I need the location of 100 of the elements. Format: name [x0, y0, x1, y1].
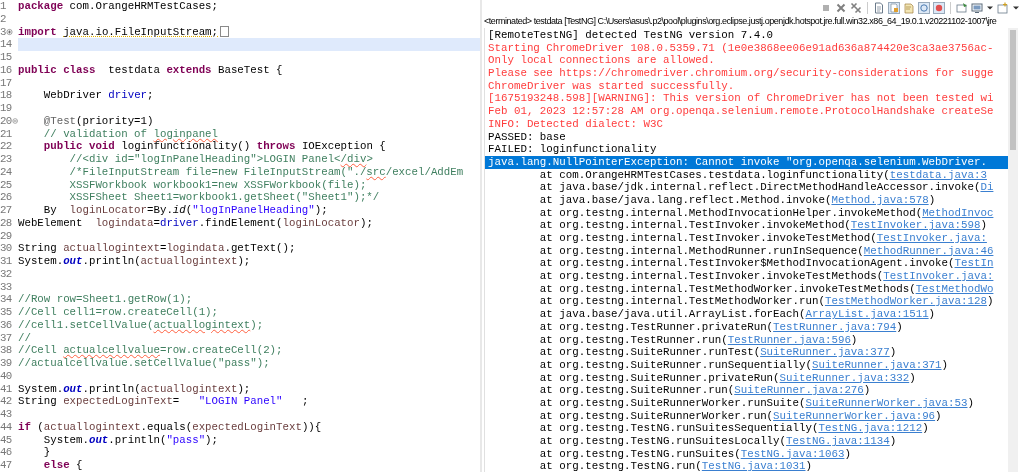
document-icon[interactable] [873, 1, 885, 14]
source-link[interactable]: MethodInvoc [922, 206, 994, 219]
console-line: at java.base/java.util.ArrayList.forEach(ArrayList.java:1511) [538, 308, 937, 321]
line-number: 27 [0, 204, 12, 217]
source-link[interactable]: SuiteRunner.java:371 [812, 358, 942, 371]
line-number: 43 [0, 408, 12, 421]
source-link[interactable]: TestRunner.java:794 [773, 320, 897, 333]
word-wrap-icon[interactable] [903, 1, 915, 14]
console-line: at org.testng.internal.TestInvoker$MethodInvocationAgent.invoke(TestIn [538, 257, 995, 271]
scrollbar[interactable] [1008, 28, 1018, 472]
code-editor[interactable] [0, 0, 480, 472]
line-number: 38 [0, 344, 12, 357]
console-line: at org.testng.SuiteRunner.runTest(SuiteRunner.java:377) [538, 346, 898, 359]
line-number: 34 [0, 293, 12, 306]
code-line: public class testdata extends BaseTest { [18, 63, 284, 77]
source-link[interactable]: TestNG.java:1031 [701, 460, 806, 472]
code-line: //cell1.setCellValue(actuallogintext); [18, 318, 265, 332]
console-line: at org.testng.internal.TestMethodWorker.run(TestMethodWorker.java:128) [538, 295, 995, 309]
line-number: 19 [0, 102, 12, 115]
remove-icon[interactable] [835, 1, 847, 14]
code-line: /*FileInputStream file=new FileInputStream("./src/excel/AddEm [68, 165, 465, 179]
folded-code-icon[interactable] [220, 26, 229, 38]
expand-fold-icon[interactable] [5, 27, 13, 36]
console-line: Feb 01, 2023 12:57:28 AM org.openqa.selenium.remote.ProtocolHandshake createSe [487, 105, 995, 118]
source-link[interactable]: SuiteRunner.java:377 [760, 346, 890, 359]
console-output-icon[interactable] [918, 1, 930, 14]
pin-icon[interactable] [956, 1, 968, 14]
code-line: System.out.println("pass"); [42, 433, 219, 447]
console-line: at org.testng.internal.TestInvoker.invokeMethod(TestInvoker.java:598) [538, 219, 988, 232]
console-line: FAILED: loginfunctionality [487, 143, 658, 156]
code-line: XSSFWorkbook workbook1=new XSSFWorkbook(file); [68, 178, 368, 192]
code-line: String expectedLoginText= "LOGIN Panel" ; [18, 395, 310, 408]
line-number: 18 [0, 89, 12, 102]
console-line: at org.testng.internal.TestInvoker.invokeTestMethods(TestInvoker.java: [538, 270, 995, 283]
source-link[interactable]: TestInvoker.java:598 [850, 219, 981, 232]
line-number: 31 [0, 255, 12, 268]
source-link[interactable]: MethodRunner.java:46 [863, 244, 994, 257]
source-link[interactable]: TestInvoker.java: [883, 270, 994, 283]
line-number: 20 [0, 114, 12, 128]
line-number: 26 [0, 191, 12, 204]
source-link[interactable]: TestNG.java:1134 [786, 435, 890, 447]
line-number: 29 [0, 229, 12, 243]
console-line: at org.testng.TestNG.runSuitesLocally(TestNG.java:1134) [538, 435, 898, 448]
line-number: 32 [0, 267, 12, 281]
code-line: // [18, 331, 32, 345]
code-line: @Test(priority=1) [42, 114, 155, 128]
console-error-icon[interactable] [933, 1, 945, 14]
source-link[interactable]: TestInvoker.java: [876, 232, 987, 244]
source-link[interactable]: TestRunner.java:596 [727, 333, 851, 346]
line-number: 22 [0, 140, 12, 153]
source-link[interactable]: SuiteRunnerWorker.java:53 [805, 396, 968, 409]
console-line: Only local connections are allowed. [487, 54, 716, 68]
source-link[interactable]: testdata.java:3 [889, 168, 987, 181]
source-link[interactable]: TestIn [954, 257, 994, 270]
line-number: 23 [0, 153, 12, 166]
console-line: at org.testng.TestNG.runSuites(TestNG.java:1063) [538, 447, 852, 461]
line-number: 35 [0, 306, 12, 319]
source-link[interactable]: SuiteRunner.java:276 [734, 384, 864, 397]
console-line: at java.base/jdk.internal.reflect.DirectMethodHandleAccessor.invoke(Di [538, 181, 995, 194]
source-link[interactable]: SuiteRunnerWorker.java:96 [773, 409, 936, 422]
code-line: //actualcellvalue.setCellValue("pass"); [18, 357, 271, 370]
console-line: PASSED: base [487, 130, 567, 144]
console-line: at org.testng.TestNG.runSuitesSequentially(TestNG.java:1212) [538, 422, 930, 435]
console-line: Starting ChromeDriver 108.0.5359.71 (1e0e3868ee06e91ad636a874420e3ca3ae3756ac- [487, 41, 995, 55]
line-number: 28 [0, 216, 12, 230]
code-line: XSSFSheet Sheet1=workbook1.getSheet("Sheet1");*/ [68, 191, 381, 204]
line-number: 1 [0, 0, 6, 13]
line-number: 3 [0, 25, 6, 39]
line-number: 44 [0, 420, 12, 434]
source-link[interactable]: TestMethodWorker.java:128 [824, 295, 987, 308]
source-link[interactable]: SuiteRunner.java:332 [779, 371, 910, 384]
source-link[interactable]: TestMethodWo [915, 282, 994, 295]
source-link[interactable]: Method.java:578 [831, 193, 929, 206]
monitor-icon[interactable] [971, 1, 983, 14]
line-number: 2 [0, 12, 6, 26]
console-line: at org.testng.TestRunner.privateRun(TestRunner.java:794) [538, 320, 904, 334]
console-line: at org.testng.internal.TestInvoker.invokeTestMethod(TestInvoker.java: [538, 232, 988, 245]
line-number: 30 [0, 242, 12, 255]
source-link[interactable]: TestNG.java:1212 [818, 422, 923, 435]
code-line: //Row row=Sheet1.getRow(1); [18, 293, 194, 306]
source-link[interactable]: Di [980, 181, 994, 194]
lock-document-icon[interactable] [888, 1, 900, 14]
line-number: 46 [0, 446, 12, 459]
console-process-label: <terminated> testdata [TestNG] C:\Users\asus\.p2\pool\plugins\org.eclipse.justj.openjdk.hotspot.jre.full.win32.x86_64_19.0.1.v20221102-1007\jre [483, 15, 998, 28]
line-number: 21 [0, 127, 12, 141]
code-line: else { [42, 459, 84, 472]
console-line: at org.testng.SuiteRunner.runSequentially(SuiteRunner.java:371) [538, 358, 950, 372]
console-line: [RemoteTestNG] detected TestNG version 7.4.0 [487, 29, 775, 42]
collapse-fold-icon[interactable] [11, 117, 18, 126]
line-number: 45 [0, 433, 12, 447]
console-line: INFO: Detected dialect: W3C [487, 117, 664, 131]
source-link[interactable]: ArrayList.java:1511 [805, 308, 929, 321]
console-line: at org.testng.TestNG.run(TestNG.java:1031) [538, 460, 813, 472]
line-number: 39 [0, 357, 12, 370]
source-link[interactable]: TestNG.java:1063 [740, 447, 845, 460]
console-line: at org.testng.internal.TestMethodWorker.invokeTestMethods(TestMethodWo [538, 282, 995, 296]
line-number: 47 [0, 459, 12, 472]
console-line: at org.testng.internal.MethodInvocationHelper.invokeMethod(MethodInvoc [538, 206, 995, 220]
remove-all-icon[interactable] [850, 1, 862, 14]
line-number: 25 [0, 178, 12, 192]
